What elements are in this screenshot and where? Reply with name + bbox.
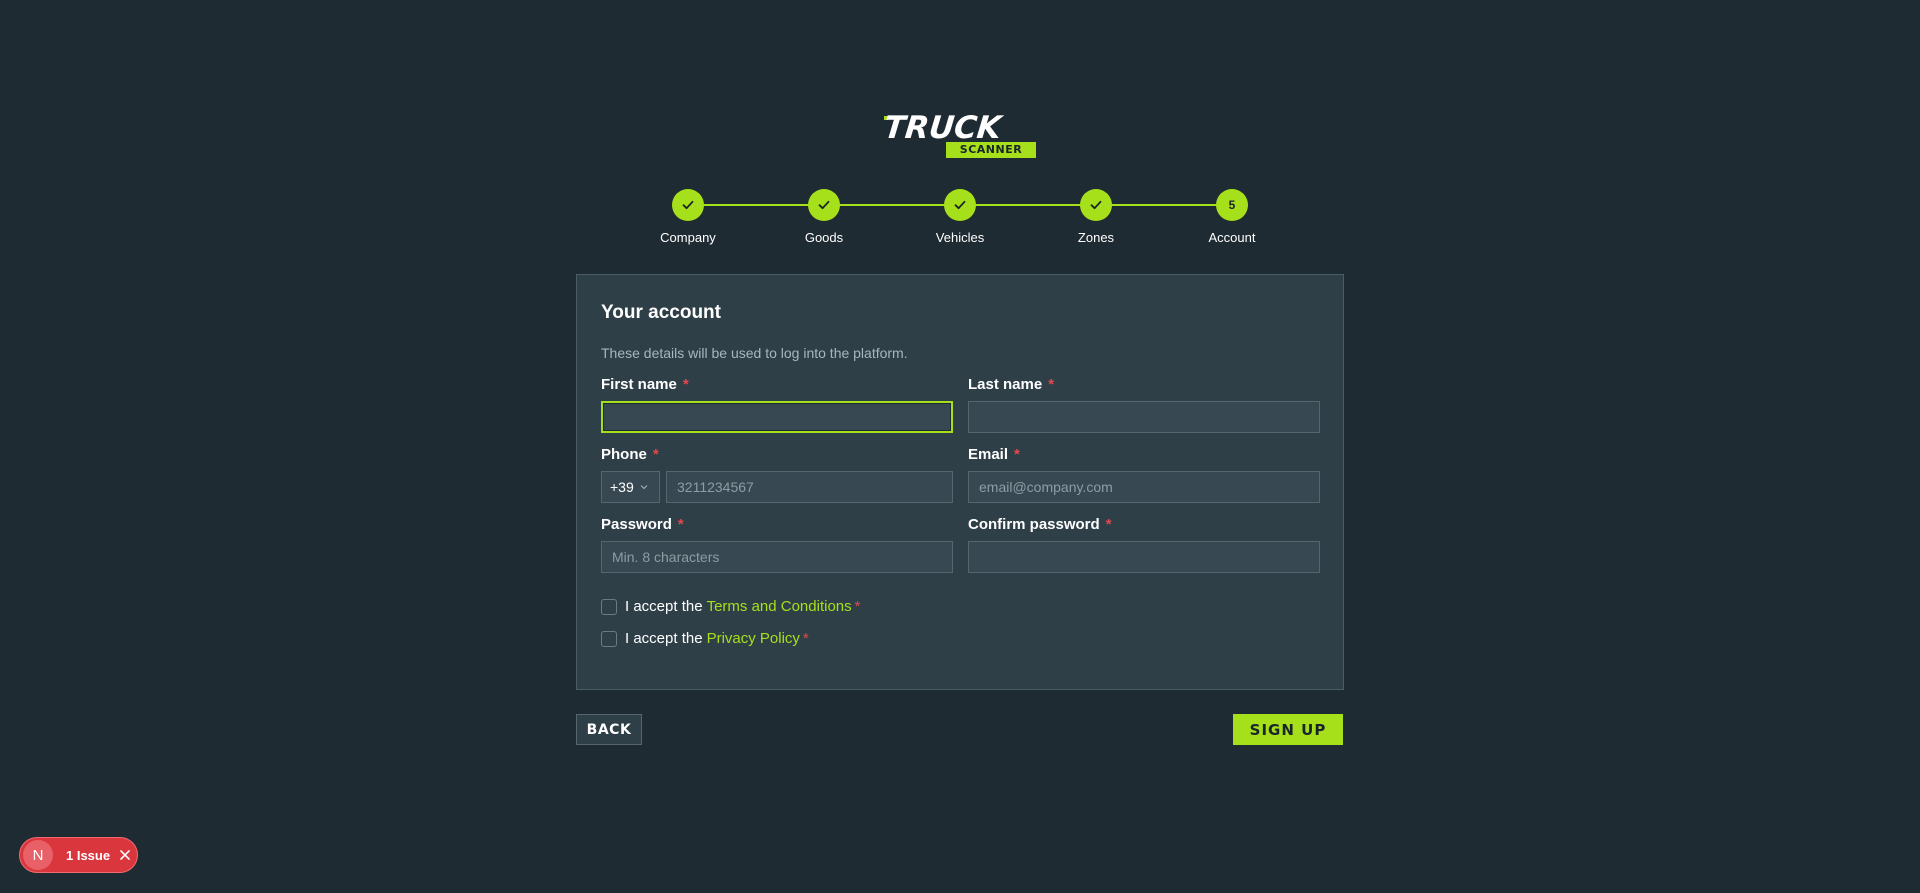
required-asterisk: *: [802, 630, 809, 647]
privacy-prefix-text: I accept the: [625, 630, 703, 647]
step-number: 5: [1216, 189, 1248, 221]
confirm-password-label-text: Confirm password: [968, 516, 1100, 533]
country-code-value: +39: [610, 479, 634, 495]
issues-count: 1 Issue: [66, 847, 111, 863]
card-description: These details will be used to log into t…: [601, 345, 908, 361]
first-name-input[interactable]: [601, 401, 953, 433]
phone-label: Phone *: [601, 446, 659, 463]
sign-up-button[interactable]: SIGN UP: [1233, 714, 1343, 745]
terms-checkbox[interactable]: [601, 598, 617, 615]
first-name-label-text: First name: [601, 376, 677, 393]
last-name-label-text: Last name: [968, 376, 1043, 393]
privacy-checkbox[interactable]: [601, 630, 617, 647]
step-zones: Zones: [1056, 189, 1136, 245]
last-name-label: Last name *: [968, 376, 1054, 393]
step-complete-check-icon: [672, 189, 704, 221]
step-company: Company: [648, 189, 728, 245]
dev-issues-badge[interactable]: N 1 Issue: [19, 837, 138, 873]
nextjs-icon: N: [23, 840, 53, 870]
close-icon[interactable]: [119, 849, 131, 861]
step-complete-check-icon: [808, 189, 840, 221]
first-name-label: First name *: [601, 376, 689, 393]
phone-country-code-select[interactable]: +39: [601, 471, 660, 503]
step-label: Zones: [1077, 230, 1115, 245]
terms-link[interactable]: Terms and Conditions: [707, 598, 852, 615]
email-label: Email *: [968, 446, 1020, 463]
password-label: Password *: [601, 516, 684, 533]
password-input[interactable]: [601, 541, 953, 573]
privacy-checkbox-row: I accept the Privacy Policy *: [601, 630, 809, 647]
confirm-password-label: Confirm password *: [968, 516, 1112, 533]
step-label: Account: [1208, 230, 1256, 245]
required-asterisk: *: [1014, 446, 1020, 463]
terms-prefix-text: I accept the: [625, 598, 703, 615]
email-input[interactable]: [968, 471, 1320, 503]
chevron-down-icon: [640, 485, 648, 490]
step-complete-check-icon: [1080, 189, 1112, 221]
confirm-password-input[interactable]: [968, 541, 1320, 573]
phone-label-text: Phone: [601, 446, 647, 463]
step-label: Company: [660, 230, 716, 245]
password-label-text: Password: [601, 516, 672, 533]
step-label: Vehicles: [935, 230, 985, 245]
step-label: Goods: [804, 230, 844, 245]
step-vehicles: Vehicles: [920, 189, 1000, 245]
terms-checkbox-row: I accept the Terms and Conditions *: [601, 598, 860, 615]
logo-sub-text: SCANNER: [946, 142, 1036, 158]
phone-input[interactable]: [666, 471, 953, 503]
required-asterisk: *: [652, 446, 659, 463]
required-asterisk: *: [854, 598, 861, 615]
required-asterisk: *: [677, 516, 684, 533]
back-button[interactable]: BACK: [576, 714, 642, 745]
account-form-card: Your account These details will be used …: [576, 274, 1344, 690]
step-account: 5 Account: [1192, 189, 1272, 245]
logo-main-text: TRUCK: [882, 110, 1003, 146]
required-asterisk: *: [1048, 376, 1055, 393]
step-goods: Goods: [784, 189, 864, 245]
truck-scanner-logo: TRUCK SCANNER: [882, 110, 1036, 158]
card-title: Your account: [601, 302, 721, 323]
email-label-text: Email: [968, 446, 1009, 463]
last-name-input[interactable]: [968, 401, 1320, 433]
required-asterisk: *: [1105, 516, 1112, 533]
required-asterisk: *: [682, 376, 689, 393]
privacy-link[interactable]: Privacy Policy: [707, 630, 800, 647]
signup-stepper: Company Goods Vehicles Zones 5 Account: [652, 189, 1264, 249]
step-complete-check-icon: [944, 189, 976, 221]
